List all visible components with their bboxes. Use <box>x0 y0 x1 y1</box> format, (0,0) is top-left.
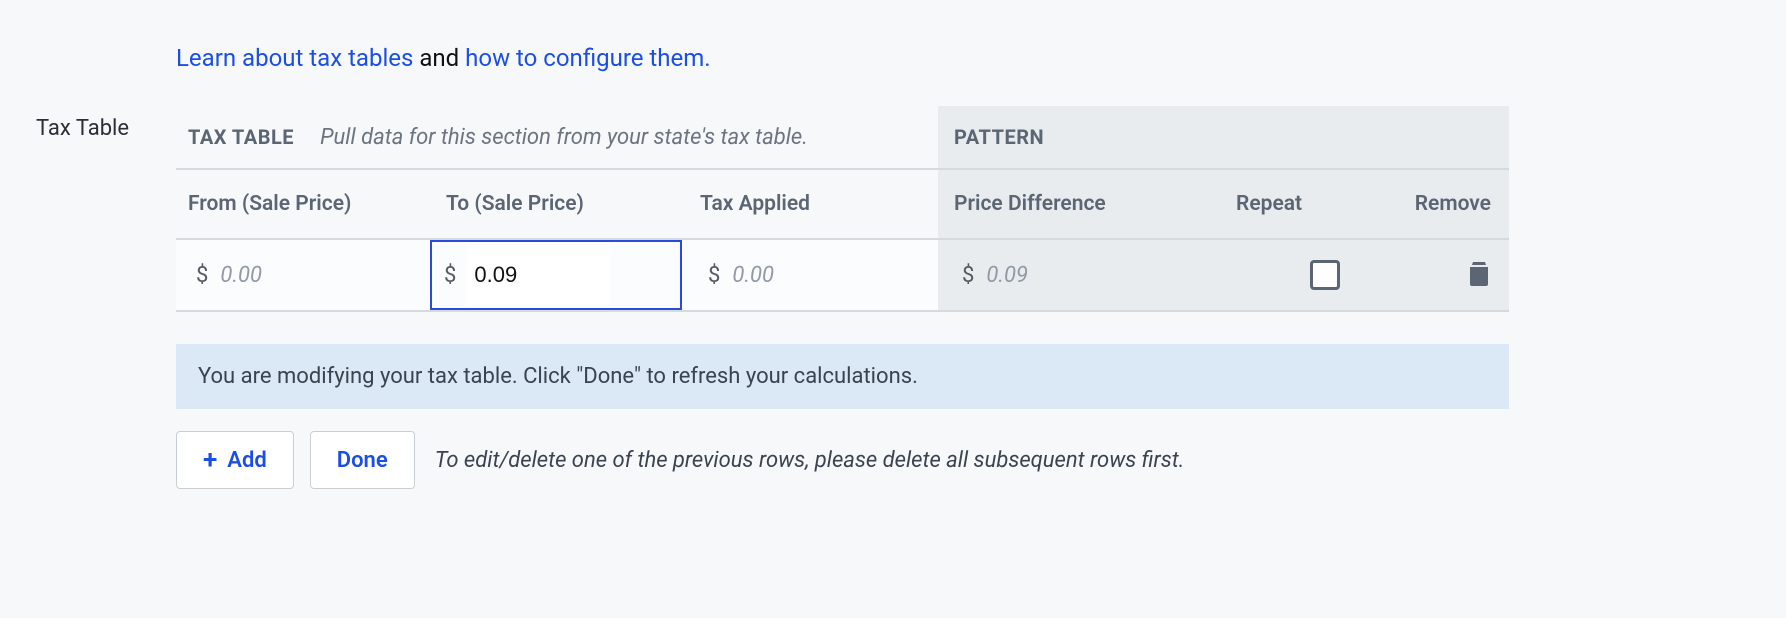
col-remove: Remove <box>1396 192 1509 216</box>
col-to: To (Sale Price) <box>430 192 684 216</box>
section-label: Tax Table <box>0 106 176 141</box>
dollar-icon: $ <box>444 263 456 288</box>
diff-cell[interactable]: $ 0.09 <box>938 240 1236 310</box>
intro-links: Learn about tax tables and how to config… <box>176 44 1786 72</box>
actions-row: + Add Done To edit/delete one of the pre… <box>176 431 1509 489</box>
col-repeat: Repeat <box>1236 192 1396 216</box>
table-row: $ 0.00 $ $ 0.00 $ 0.09 <box>176 240 1509 312</box>
configure-link[interactable]: how to configure them. <box>465 44 710 72</box>
repeat-checkbox[interactable] <box>1310 260 1340 290</box>
column-headers: From (Sale Price) To (Sale Price) Tax Ap… <box>176 170 1509 240</box>
intro-and: and <box>413 44 465 72</box>
edit-hint: To edit/delete one of the previous rows,… <box>435 448 1185 473</box>
dollar-icon: $ <box>708 263 720 288</box>
col-diff: Price Difference <box>938 192 1236 216</box>
tax-table-title: TAX TABLE <box>188 125 294 149</box>
learn-link[interactable]: Learn about tax tables <box>176 44 413 72</box>
dollar-icon: $ <box>962 263 974 288</box>
trash-icon[interactable] <box>1467 259 1491 291</box>
col-tax: Tax Applied <box>684 192 938 216</box>
tax-value: 0.00 <box>732 263 774 288</box>
diff-value: 0.09 <box>986 263 1028 288</box>
to-input[interactable] <box>466 245 610 305</box>
pattern-title: PATTERN <box>954 125 1044 149</box>
table-header: TAX TABLE Pull data for this section fro… <box>176 106 1509 170</box>
dollar-icon: $ <box>196 263 208 288</box>
info-banner: You are modifying your tax table. Click … <box>176 344 1509 409</box>
plus-icon: + <box>203 447 217 473</box>
tax-cell[interactable]: $ 0.00 <box>684 240 938 310</box>
done-button[interactable]: Done <box>310 431 415 489</box>
from-value: 0.00 <box>220 263 262 288</box>
col-from: From (Sale Price) <box>176 192 430 216</box>
done-label: Done <box>337 448 388 473</box>
add-label: Add <box>227 448 266 473</box>
from-cell[interactable]: $ 0.00 <box>176 240 430 310</box>
tax-table-desc: Pull data for this section from your sta… <box>320 125 808 150</box>
add-button[interactable]: + Add <box>176 431 294 489</box>
to-input-wrapper: $ <box>430 240 682 310</box>
